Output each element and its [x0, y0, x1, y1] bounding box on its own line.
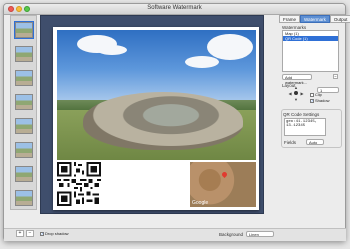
anchor-center-icon[interactable]: [294, 91, 298, 95]
thumbnail[interactable]: [15, 46, 33, 62]
cloud: [185, 56, 219, 68]
fields-label: Fields: [284, 140, 297, 145]
thumbnail[interactable]: [15, 142, 33, 158]
amphitheater: [83, 92, 243, 150]
title-bar: Software Watermark: [4, 4, 345, 15]
remove-watermark-button[interactable]: −: [333, 74, 338, 79]
fields-popup[interactable]: Auto: [306, 139, 324, 145]
thumbnail[interactable]: [14, 21, 34, 39]
qr-settings-label: QR Code Settings: [283, 112, 320, 117]
add-watermark-popup[interactable]: Add watermark...: [282, 74, 312, 85]
shadow-label: Shadow: [315, 98, 330, 103]
thumbnail[interactable]: [15, 166, 33, 182]
drop-shadow-label: Drop shadow: [45, 231, 69, 236]
list-item[interactable]: QR Code (1): [283, 36, 338, 41]
anchor-position-grid[interactable]: ▲ ◀ ▶ ▼: [287, 84, 305, 102]
checkbox-box[interactable]: [310, 92, 314, 97]
remove-image-button[interactable]: −: [26, 230, 34, 237]
background-label: Background: [219, 232, 244, 237]
map-watermark[interactable]: Google: [190, 162, 256, 207]
thumbnail[interactable]: [15, 190, 33, 206]
drop-shadow-checkbox[interactable]: ✓ Drop shadow: [40, 231, 69, 236]
tab-output[interactable]: Output: [329, 15, 350, 23]
clip-label: Clip: [315, 92, 322, 97]
shadow-checkbox[interactable]: ✓ Shadow: [310, 98, 329, 103]
panel-tabs: Frame Watermark Output: [279, 15, 350, 23]
amphitheater-photo: [57, 30, 256, 160]
clip-checkbox[interactable]: Clip: [310, 92, 322, 97]
add-image-button[interactable]: +: [16, 230, 24, 237]
thumbnail[interactable]: [15, 70, 33, 86]
map-pin-icon: [220, 170, 229, 179]
tab-frame[interactable]: Frame: [279, 15, 301, 23]
qr-code-watermark[interactable]: [57, 162, 101, 206]
cloud: [97, 45, 127, 55]
background-popup[interactable]: Linen: [246, 231, 274, 237]
checkbox-box[interactable]: ✓: [40, 231, 44, 236]
thumbnail[interactable]: [15, 94, 33, 110]
thumbnail-strip[interactable]: [10, 15, 37, 210]
checkbox-box[interactable]: ✓: [310, 98, 314, 103]
window-title: Software Watermark: [147, 5, 202, 11]
cloud: [207, 34, 253, 60]
watermark-list[interactable]: Map (1) QR Code (1): [282, 30, 339, 72]
map-brand-label: Google: [192, 200, 209, 206]
tab-watermark[interactable]: Watermark: [300, 15, 330, 23]
anchor-cell[interactable]: [299, 96, 305, 102]
qr-text-field[interactable]: geo:41.12345, 13.12345: [284, 118, 326, 136]
thumbnail[interactable]: [15, 118, 33, 134]
